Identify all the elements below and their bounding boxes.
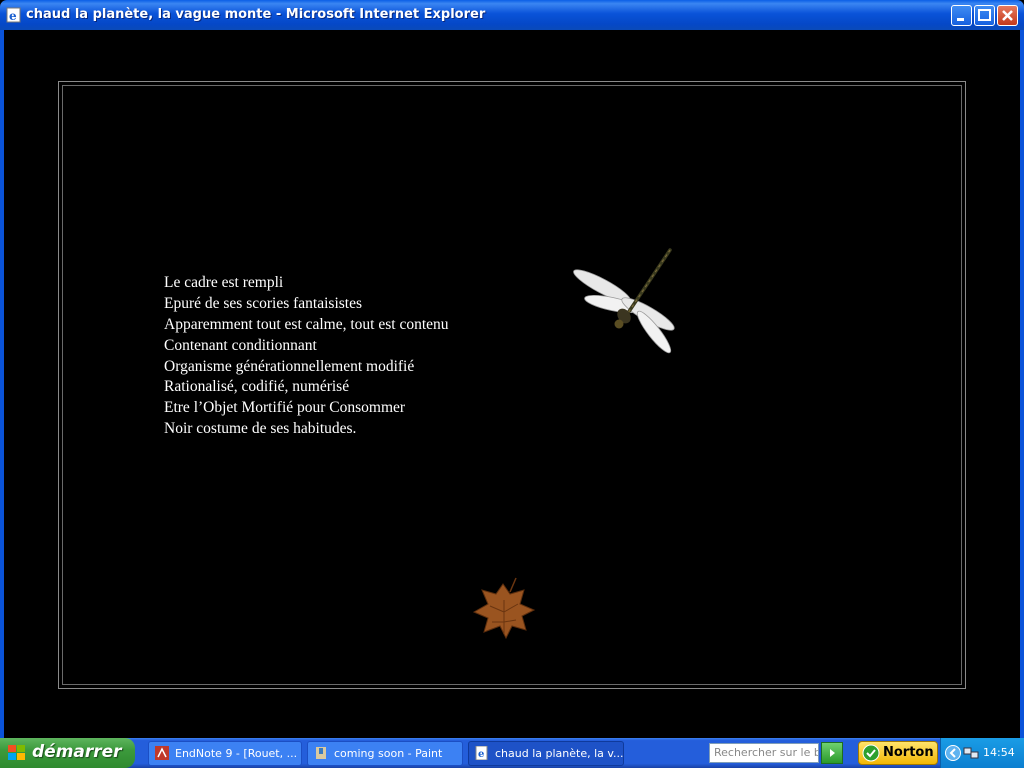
poem-line: Organisme générationnellement modifié [164,357,415,375]
poem-line: Apparemment tout est calme, tout est con… [164,315,449,333]
search-go-button[interactable] [821,742,843,764]
poem-line: Etre l’Objet Mortifié pour Consommer [164,399,406,417]
network-icon[interactable] [963,745,979,761]
system-tray: 14:54 [940,738,1024,768]
minimize-button[interactable] [951,5,972,26]
endnote-icon [155,746,169,760]
paint-icon [316,747,326,759]
autumn-leaf-image [472,577,536,640]
svg-text:e: e [478,749,484,760]
close-icon [1002,10,1013,21]
svg-text:e: e [9,9,17,23]
taskbar-item-paint[interactable]: coming soon - Paint [307,741,463,766]
poem-text: Le cadre est rempli Epuré de ses scories… [164,273,449,440]
poem-line: Rationalisé, codifié, numérisé [164,378,350,396]
ie-icon: e [475,746,488,760]
window-titlebar[interactable]: e chaud la planète, la vague monte - Mic… [0,0,1024,30]
taskbar-item-label: EndNote 9 - [Rouet, ... [175,747,298,760]
desktop-search-input[interactable]: Rechercher sur le bur [709,743,819,763]
taskbar: démarrer EndNote 9 - [Rouet, ... coming … [0,738,1024,768]
minimize-icon [957,18,964,21]
start-label: démarrer [32,742,122,762]
checkmark-icon [862,744,880,762]
norton-label: Norton [883,745,934,760]
poem-line: Noir costume de ses habitudes. [164,420,357,438]
clock[interactable]: 14:54 [983,746,1015,759]
chevron-left-icon[interactable] [945,745,961,761]
windows-logo-icon [8,745,25,760]
poem-line: Contenant conditionnant [164,336,317,354]
internet-explorer-icon: e [6,7,21,23]
close-button[interactable] [997,5,1018,26]
poem-line: Le cadre est rempli [164,274,284,291]
taskbar-item-endnote[interactable]: EndNote 9 - [Rouet, ... [148,741,302,766]
taskbar-item-label: coming soon - Paint [334,747,443,760]
window-title: chaud la planète, la vague monte - Micro… [26,7,486,22]
dragonfly-image [573,248,675,354]
taskbar-item-label: chaud la planète, la v... [495,747,624,760]
maximize-button[interactable] [974,5,995,26]
start-button[interactable]: démarrer [0,738,135,768]
arrow-right-icon [830,749,835,757]
norton-button[interactable]: Norton [858,741,938,765]
maximize-icon [978,9,991,21]
taskbar-item-ie[interactable]: e chaud la planète, la v... [468,741,624,766]
poem-line: Epuré de ses scories fantaisistes [164,294,362,312]
